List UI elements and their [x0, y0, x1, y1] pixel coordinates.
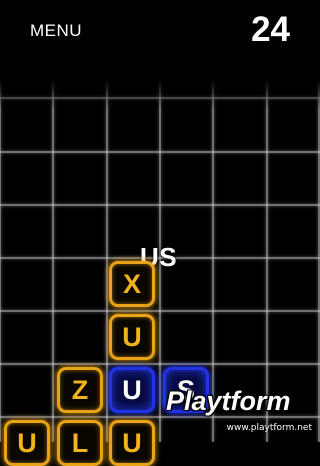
letter-tile[interactable]: U — [109, 420, 155, 466]
menu-button[interactable]: MENU — [30, 21, 82, 41]
selected-letter-tile[interactable]: U — [109, 367, 155, 413]
top-bar: MENU 24 — [0, 0, 320, 80]
watermark: Playtform www.playtform.net — [162, 386, 314, 436]
watermark-brand: Playtform — [166, 386, 291, 416]
letter-tile[interactable]: X — [109, 261, 155, 307]
watermark-url: www.playtform.net — [226, 423, 312, 433]
letter-tile[interactable]: Z — [57, 367, 103, 413]
letter-tile[interactable]: U — [4, 420, 50, 466]
letter-tile[interactable]: L — [57, 420, 103, 466]
score-display: 24 — [251, 10, 290, 49]
letter-tile[interactable]: U — [109, 314, 155, 360]
